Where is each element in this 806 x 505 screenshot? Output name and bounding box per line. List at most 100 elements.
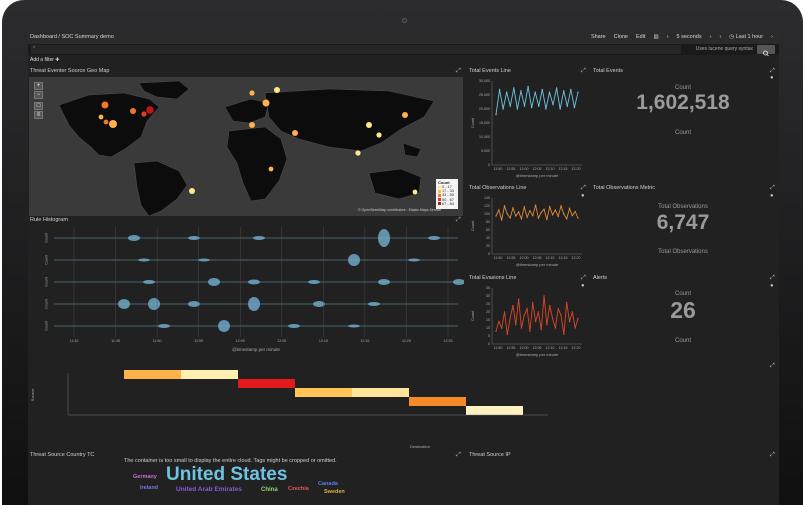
share-button[interactable]: Share bbox=[591, 34, 606, 40]
data-point bbox=[526, 308, 528, 310]
data-point bbox=[555, 87, 558, 89]
expand-icon[interactable]: ⤢ bbox=[770, 185, 775, 192]
y-tick-label: 30 bbox=[486, 294, 490, 298]
map-attribution[interactable]: © OpenStreetMap contributors · Elastic M… bbox=[358, 208, 441, 212]
threat-source-ip-title: Threat Source IP bbox=[469, 452, 511, 458]
expand-icon[interactable]: ⤢ bbox=[770, 68, 775, 75]
series-line bbox=[495, 86, 579, 115]
info-icon[interactable]: ● bbox=[770, 283, 774, 289]
data-point bbox=[520, 327, 523, 329]
data-point bbox=[546, 324, 548, 326]
data-point bbox=[557, 215, 559, 218]
word-united-arab-emirates[interactable]: United Arab Emirates bbox=[176, 486, 242, 493]
point-us-southwest bbox=[103, 119, 109, 125]
point-south-asia bbox=[355, 150, 361, 156]
data-point bbox=[500, 219, 503, 221]
x-tick-label: 12:05 bbox=[533, 346, 542, 350]
total-observations-title: Total Observations Metric bbox=[593, 185, 656, 191]
expand-icon[interactable]: ⤢ bbox=[770, 275, 775, 282]
x-tick-label: 12:10 bbox=[546, 256, 555, 260]
search-button[interactable] bbox=[757, 45, 775, 57]
point-canada bbox=[101, 101, 109, 109]
info-icon[interactable]: ● bbox=[770, 193, 774, 199]
y-tick-label: 25,000 bbox=[479, 93, 490, 97]
expand-icon[interactable]: ⤢ bbox=[770, 452, 775, 459]
data-point bbox=[577, 91, 579, 93]
refresh-next-icon[interactable]: › bbox=[710, 34, 712, 40]
x-tick-label: 12:00 bbox=[520, 256, 529, 260]
word-united-states[interactable]: United States bbox=[166, 464, 287, 486]
histogram-bump bbox=[408, 258, 420, 262]
data-point bbox=[549, 206, 551, 208]
query-syntax-hint[interactable]: Uses lucene query syntax bbox=[696, 46, 753, 52]
data-point bbox=[498, 88, 501, 91]
zoom-out-button[interactable]: − bbox=[34, 91, 43, 99]
x-axis-label: @timestamp per minute bbox=[516, 352, 559, 357]
search-input[interactable]: * bbox=[31, 45, 681, 54]
expand-icon[interactable]: ⤢ bbox=[456, 68, 461, 75]
histogram-bump bbox=[348, 254, 360, 266]
data-point bbox=[571, 311, 574, 313]
x-tick-label: 12:15 bbox=[559, 256, 568, 260]
y-tick-label: 10 bbox=[486, 326, 490, 330]
alerts-title: Alerts bbox=[593, 275, 608, 281]
histogram-bump bbox=[143, 280, 155, 284]
word-czechia[interactable]: Czechia bbox=[288, 486, 309, 492]
expand-icon[interactable]: ⤢ bbox=[581, 185, 586, 192]
histogram-row-label: Count bbox=[45, 299, 49, 309]
expand-icon[interactable]: ⤢ bbox=[581, 68, 586, 75]
add-filter-link[interactable]: Add a filter ✚ bbox=[28, 57, 59, 63]
data-point bbox=[495, 330, 497, 332]
expand-icon[interactable]: ⤢ bbox=[770, 363, 775, 370]
layers-button[interactable]: ≡ bbox=[34, 111, 43, 119]
geo-map[interactable]: + − □ ≡ bbox=[29, 77, 463, 216]
greenland bbox=[138, 80, 190, 100]
data-point bbox=[577, 317, 579, 320]
series-line bbox=[495, 204, 579, 221]
zoom-in-button[interactable]: + bbox=[34, 82, 43, 90]
fullscreen-icon[interactable]: ▥ bbox=[653, 34, 658, 40]
x-tick-label: 12:00 bbox=[520, 167, 529, 171]
expand-icon[interactable]: ⤢ bbox=[456, 452, 461, 459]
breadcrumb[interactable]: Dashboard / SOC Summary demo bbox=[30, 34, 114, 40]
heatmap-cell bbox=[295, 388, 352, 397]
expand-icon[interactable]: ⤢ bbox=[581, 275, 586, 282]
info-icon[interactable]: ● bbox=[770, 75, 774, 81]
histogram-bump bbox=[118, 299, 130, 309]
clone-button[interactable]: Clone bbox=[614, 34, 628, 40]
y-tick-label: 0 bbox=[488, 163, 490, 167]
heatmap-cell bbox=[181, 370, 238, 379]
geo-map-title: Threat Eventer Source Geo Map bbox=[30, 68, 110, 74]
data-point bbox=[515, 215, 517, 217]
word-canada[interactable]: Canada bbox=[318, 481, 338, 487]
top-nav: Share Clone Edit ▥ ‹ 5 seconds › ‹ ◷ Las… bbox=[591, 34, 773, 40]
histogram-x-tick: 11:50 bbox=[153, 339, 162, 343]
word-sweden[interactable]: Sweden bbox=[324, 489, 345, 495]
data-point bbox=[498, 209, 500, 211]
indonesia bbox=[402, 142, 422, 158]
fit-bounds-button[interactable]: □ bbox=[34, 102, 43, 110]
data-point bbox=[568, 207, 571, 210]
total-evasions-line-title: Total Evasions Line bbox=[469, 275, 517, 281]
histogram-bump bbox=[288, 324, 300, 328]
camera-dot bbox=[402, 18, 407, 23]
histogram-x-tick: 11:45 bbox=[111, 339, 120, 343]
data-point bbox=[540, 211, 542, 214]
word-ireland[interactable]: Ireland bbox=[140, 485, 158, 491]
data-point bbox=[571, 214, 574, 217]
time-prev-icon[interactable]: ‹ bbox=[719, 34, 721, 40]
edit-button[interactable]: Edit bbox=[636, 34, 645, 40]
refresh-prev-icon[interactable]: ‹ bbox=[667, 34, 669, 40]
time-next-icon[interactable]: › bbox=[771, 34, 773, 40]
histogram-x-tick: 12:20 bbox=[402, 339, 411, 343]
time-range-button[interactable]: ◷ Last 1 hour bbox=[729, 34, 763, 40]
histogram-bump bbox=[188, 301, 200, 307]
total-observations-sublabel: Total Observations bbox=[658, 249, 708, 255]
map-legend: Count 0 - 17 17 - 33 33 - 50 50 - 67 67 … bbox=[436, 179, 458, 209]
refresh-interval-button[interactable]: 5 seconds bbox=[677, 34, 702, 40]
word-china[interactable]: China bbox=[261, 487, 278, 493]
y-tick-label: 0 bbox=[488, 252, 490, 256]
word-germany[interactable]: Germany bbox=[133, 474, 157, 480]
data-point bbox=[529, 330, 531, 332]
y-tick-label: 60 bbox=[486, 228, 490, 232]
